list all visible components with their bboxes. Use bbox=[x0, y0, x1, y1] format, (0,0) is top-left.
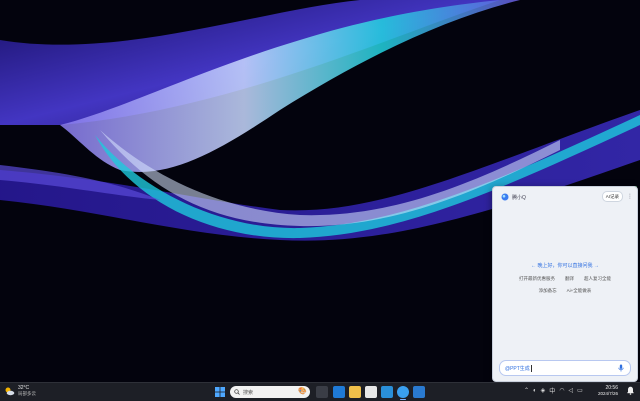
system-tray: ⌃ ◐ ◈ 中 ◠ ◁ ▭ bbox=[524, 386, 583, 396]
assistant-panel: 腾小Q AI记录 ⋮ ← 晚上好，你可以直接问我 → 打开最新优惠服务 翻译 超… bbox=[492, 186, 638, 382]
weather-description: 局部多云 bbox=[18, 391, 36, 396]
suggestion-item[interactable]: 超人复习全能 bbox=[584, 276, 611, 282]
app-icon[interactable] bbox=[381, 386, 393, 398]
assistant-header: 腾小Q AI记录 ⋮ bbox=[493, 187, 637, 207]
search-icon bbox=[234, 389, 240, 395]
clock-date: 2024/7/26 bbox=[597, 391, 618, 396]
file-explorer-icon[interactable] bbox=[349, 386, 361, 398]
history-button[interactable]: AI记录 bbox=[601, 191, 623, 202]
suggestion-row: 打开最新优惠服务 翻译 超人复习全能 bbox=[493, 276, 637, 282]
app-icon[interactable] bbox=[413, 386, 425, 398]
tray-app-icon[interactable]: ◐ bbox=[533, 388, 537, 394]
suggestion-item[interactable]: 添加备忘 bbox=[539, 288, 557, 294]
chat-input-value: @PPT生成 bbox=[505, 365, 530, 372]
weather-widget[interactable]: 32°C 局部多云 bbox=[4, 385, 36, 397]
search-placeholder: 搜索 bbox=[243, 389, 254, 396]
assistant-logo-icon bbox=[501, 193, 509, 201]
task-view-icon[interactable] bbox=[316, 386, 328, 398]
taskbar-clock[interactable]: 20:56 2024/7/26 bbox=[598, 385, 618, 397]
search-highlight-icon: 🎨 bbox=[298, 388, 307, 395]
chevron-up-icon[interactable]: ⌃ bbox=[524, 387, 529, 394]
taskbar-search[interactable]: 搜索 🎨 bbox=[230, 386, 310, 398]
assistant-name: 腾小Q bbox=[512, 194, 526, 201]
suggestion-row: 添加备忘 Ai+全能做表 bbox=[493, 288, 637, 294]
store-icon[interactable] bbox=[365, 386, 377, 398]
suggestion-item[interactable]: Ai+全能做表 bbox=[567, 288, 592, 294]
edge-browser-icon[interactable] bbox=[333, 386, 345, 398]
partly-cloudy-icon bbox=[5, 387, 15, 395]
greeting-text: ← 晚上好，你可以直接问我 → bbox=[531, 263, 599, 269]
taskbar: 32°C 局部多云 搜索 🎨 ⌃ ◐ ◈ 中 ◠ ◁ ▭ 20:56 2024/… bbox=[0, 382, 640, 401]
tray-app-icon[interactable]: ◈ bbox=[541, 387, 546, 394]
suggestion-item[interactable]: 打开最新优惠服务 bbox=[519, 276, 555, 282]
wifi-icon[interactable]: ◠ bbox=[559, 387, 564, 394]
suggestion-item[interactable]: 翻译 bbox=[565, 276, 574, 282]
microphone-icon[interactable] bbox=[618, 364, 624, 372]
chat-input[interactable]: @PPT生成 bbox=[499, 360, 631, 376]
battery-icon[interactable]: ▭ bbox=[577, 387, 583, 394]
assistant-app-icon[interactable] bbox=[397, 386, 409, 400]
volume-icon[interactable]: ◁ bbox=[569, 387, 574, 394]
notification-bell-icon[interactable] bbox=[627, 386, 634, 395]
menu-icon[interactable]: ⋮ bbox=[627, 193, 633, 201]
language-icon[interactable]: 中 bbox=[549, 386, 555, 395]
text-caret bbox=[530, 364, 532, 372]
desktop: › ‹ 腾小Q AI记录 ⋮ ← 晚上好，你可以直接问我 → 打开最新优惠服务 … bbox=[0, 0, 640, 382]
start-button[interactable] bbox=[215, 387, 225, 397]
